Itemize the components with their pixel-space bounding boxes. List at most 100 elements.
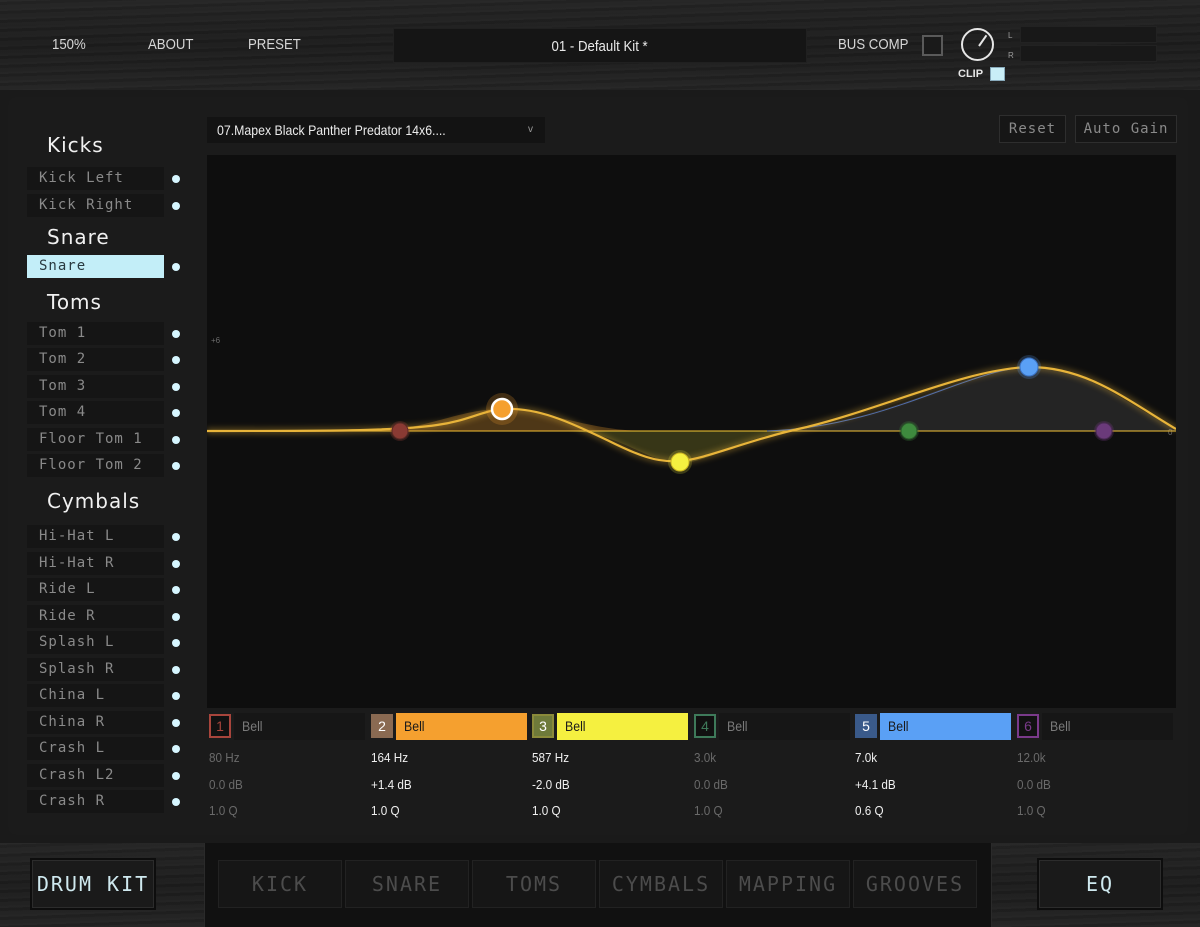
track-indicator-dot [172,798,180,806]
eq-node-1[interactable] [390,421,410,441]
band-3-freq[interactable]: 587 Hz [532,750,573,765]
track-indicator-dot [172,330,180,338]
tab-grooves[interactable]: GROOVES [853,860,977,908]
tab-mapping[interactable]: MAPPING [726,860,850,908]
eq-node-5[interactable] [1017,355,1041,379]
track-indicator-dot [172,383,180,391]
track-kick-left[interactable]: Kick Left [27,167,164,190]
track-china-l[interactable]: China L [27,684,164,707]
band-5-type[interactable]: Bell [880,713,1011,740]
db-label-top: +6 [211,336,221,345]
auto-gain-button[interactable]: Auto Gain [1075,115,1177,143]
band-6-freq[interactable]: 12.0k [1017,750,1049,765]
band-6-type[interactable]: Bell [1042,713,1173,740]
band-1-gain[interactable]: 0.0 dB [209,777,247,792]
band-3-gain[interactable]: -2.0 dB [532,777,574,792]
clip-indicator[interactable] [990,67,1005,81]
band-3-number[interactable]: 3 [532,714,554,738]
band-6-q[interactable]: 1.0 Q [1017,803,1049,818]
meter-right-label: R [1008,51,1014,60]
bus-comp-checkbox[interactable] [922,35,943,56]
track-ride-r[interactable]: Ride R [27,605,164,628]
track-indicator-dot [172,639,180,647]
track-splash-l[interactable]: Splash L [27,631,164,654]
band-1-type[interactable]: Bell [234,713,365,740]
band-1-freq[interactable]: 80 Hz [209,750,243,765]
track-splash-r[interactable]: Splash R [27,658,164,681]
band-2-q[interactable]: 1.0 Q [371,803,403,818]
track-indicator-dot [172,586,180,594]
track-indicator-dot [172,436,180,444]
band-4-freq[interactable]: 3.0k [694,750,719,765]
track-hi-hat-r[interactable]: Hi-Hat R [27,552,164,575]
track-indicator-dot [172,409,180,417]
band-1-number[interactable]: 1 [209,714,231,738]
band-5-q[interactable]: 0.6 Q [855,803,887,818]
track-indicator-dot [172,175,180,183]
eq-graph[interactable]: +6 0 [207,155,1176,708]
reset-button[interactable]: Reset [999,115,1066,143]
track-ride-l[interactable]: Ride L [27,578,164,601]
track-tom-2[interactable]: Tom 2 [27,348,164,371]
band-2-type[interactable]: Bell [396,713,527,740]
eq-node-6[interactable] [1094,421,1114,441]
kit-name-display[interactable]: 01 - Default Kit * [393,28,807,63]
bus-comp-knob[interactable] [961,28,994,61]
chevron-down-icon: v [528,124,533,135]
band-5-gain[interactable]: +4.1 dB [855,777,900,792]
track-indicator-dot [172,772,180,780]
track-indicator-dot [172,462,180,470]
track-indicator-dot [172,745,180,753]
band-5-freq[interactable]: 7.0k [855,750,880,765]
clip-label: CLIP [958,68,984,80]
band-3-q[interactable]: 1.0 Q [532,803,564,818]
track-tom-1[interactable]: Tom 1 [27,322,164,345]
drum-kit-button[interactable]: DRUM KIT [32,860,154,908]
band-6-gain[interactable]: 0.0 dB [1017,777,1055,792]
track-indicator-dot [172,666,180,674]
preset-button[interactable]: PRESET [248,36,301,53]
track-indicator-dot [172,356,180,364]
track-indicator-dot [172,560,180,568]
eq-node-2[interactable] [486,393,518,425]
group-title-toms: Toms [47,290,102,314]
track-hi-hat-l[interactable]: Hi-Hat L [27,525,164,548]
band-4-number[interactable]: 4 [694,714,716,738]
band-5-number[interactable]: 5 [855,714,877,738]
about-button[interactable]: ABOUT [148,36,193,53]
band-2-number[interactable]: 2 [371,714,393,738]
eq-button[interactable]: EQ [1039,860,1161,908]
track-indicator-dot [172,202,180,210]
eq-node-3[interactable] [668,450,692,474]
band-3-type[interactable]: Bell [557,713,688,740]
tab-kick[interactable]: KICK [218,860,342,908]
track-crash-l[interactable]: Crash L [27,737,164,760]
track-kick-right[interactable]: Kick Right [27,194,164,217]
band-1-q[interactable]: 1.0 Q [209,803,241,818]
meter-left-bar [1020,26,1157,43]
band-2-freq[interactable]: 164 Hz [371,750,412,765]
eq-node-4[interactable] [899,421,919,441]
tab-snare[interactable]: SNARE [345,860,469,908]
track-tom-3[interactable]: Tom 3 [27,375,164,398]
tab-toms[interactable]: TOMS [472,860,596,908]
group-title-cymbals: Cymbals [47,489,141,513]
track-china-r[interactable]: China R [27,711,164,734]
band-4-q[interactable]: 1.0 Q [694,803,726,818]
instrument-dropdown[interactable]: 07.Mapex Black Panther Predator 14x6....… [207,117,545,143]
band-2-gain[interactable]: +1.4 dB [371,777,416,792]
track-crash-r[interactable]: Crash R [27,790,164,813]
track-tom-4[interactable]: Tom 4 [27,401,164,424]
band-6-number[interactable]: 6 [1017,714,1039,738]
tab-cymbals[interactable]: CYMBALS [599,860,723,908]
zoom-button[interactable]: 150% [52,36,86,53]
track-snare[interactable]: Snare [27,255,164,278]
group-title-kicks: Kicks [47,133,104,157]
track-floor-tom-2[interactable]: Floor Tom 2 [27,454,164,477]
track-floor-tom-1[interactable]: Floor Tom 1 [27,428,164,451]
group-title-snare: Snare [47,225,110,249]
band-4-gain[interactable]: 0.0 dB [694,777,732,792]
track-crash-l2[interactable]: Crash L2 [27,764,164,787]
track-indicator-dot [172,692,180,700]
band-4-type[interactable]: Bell [719,713,850,740]
